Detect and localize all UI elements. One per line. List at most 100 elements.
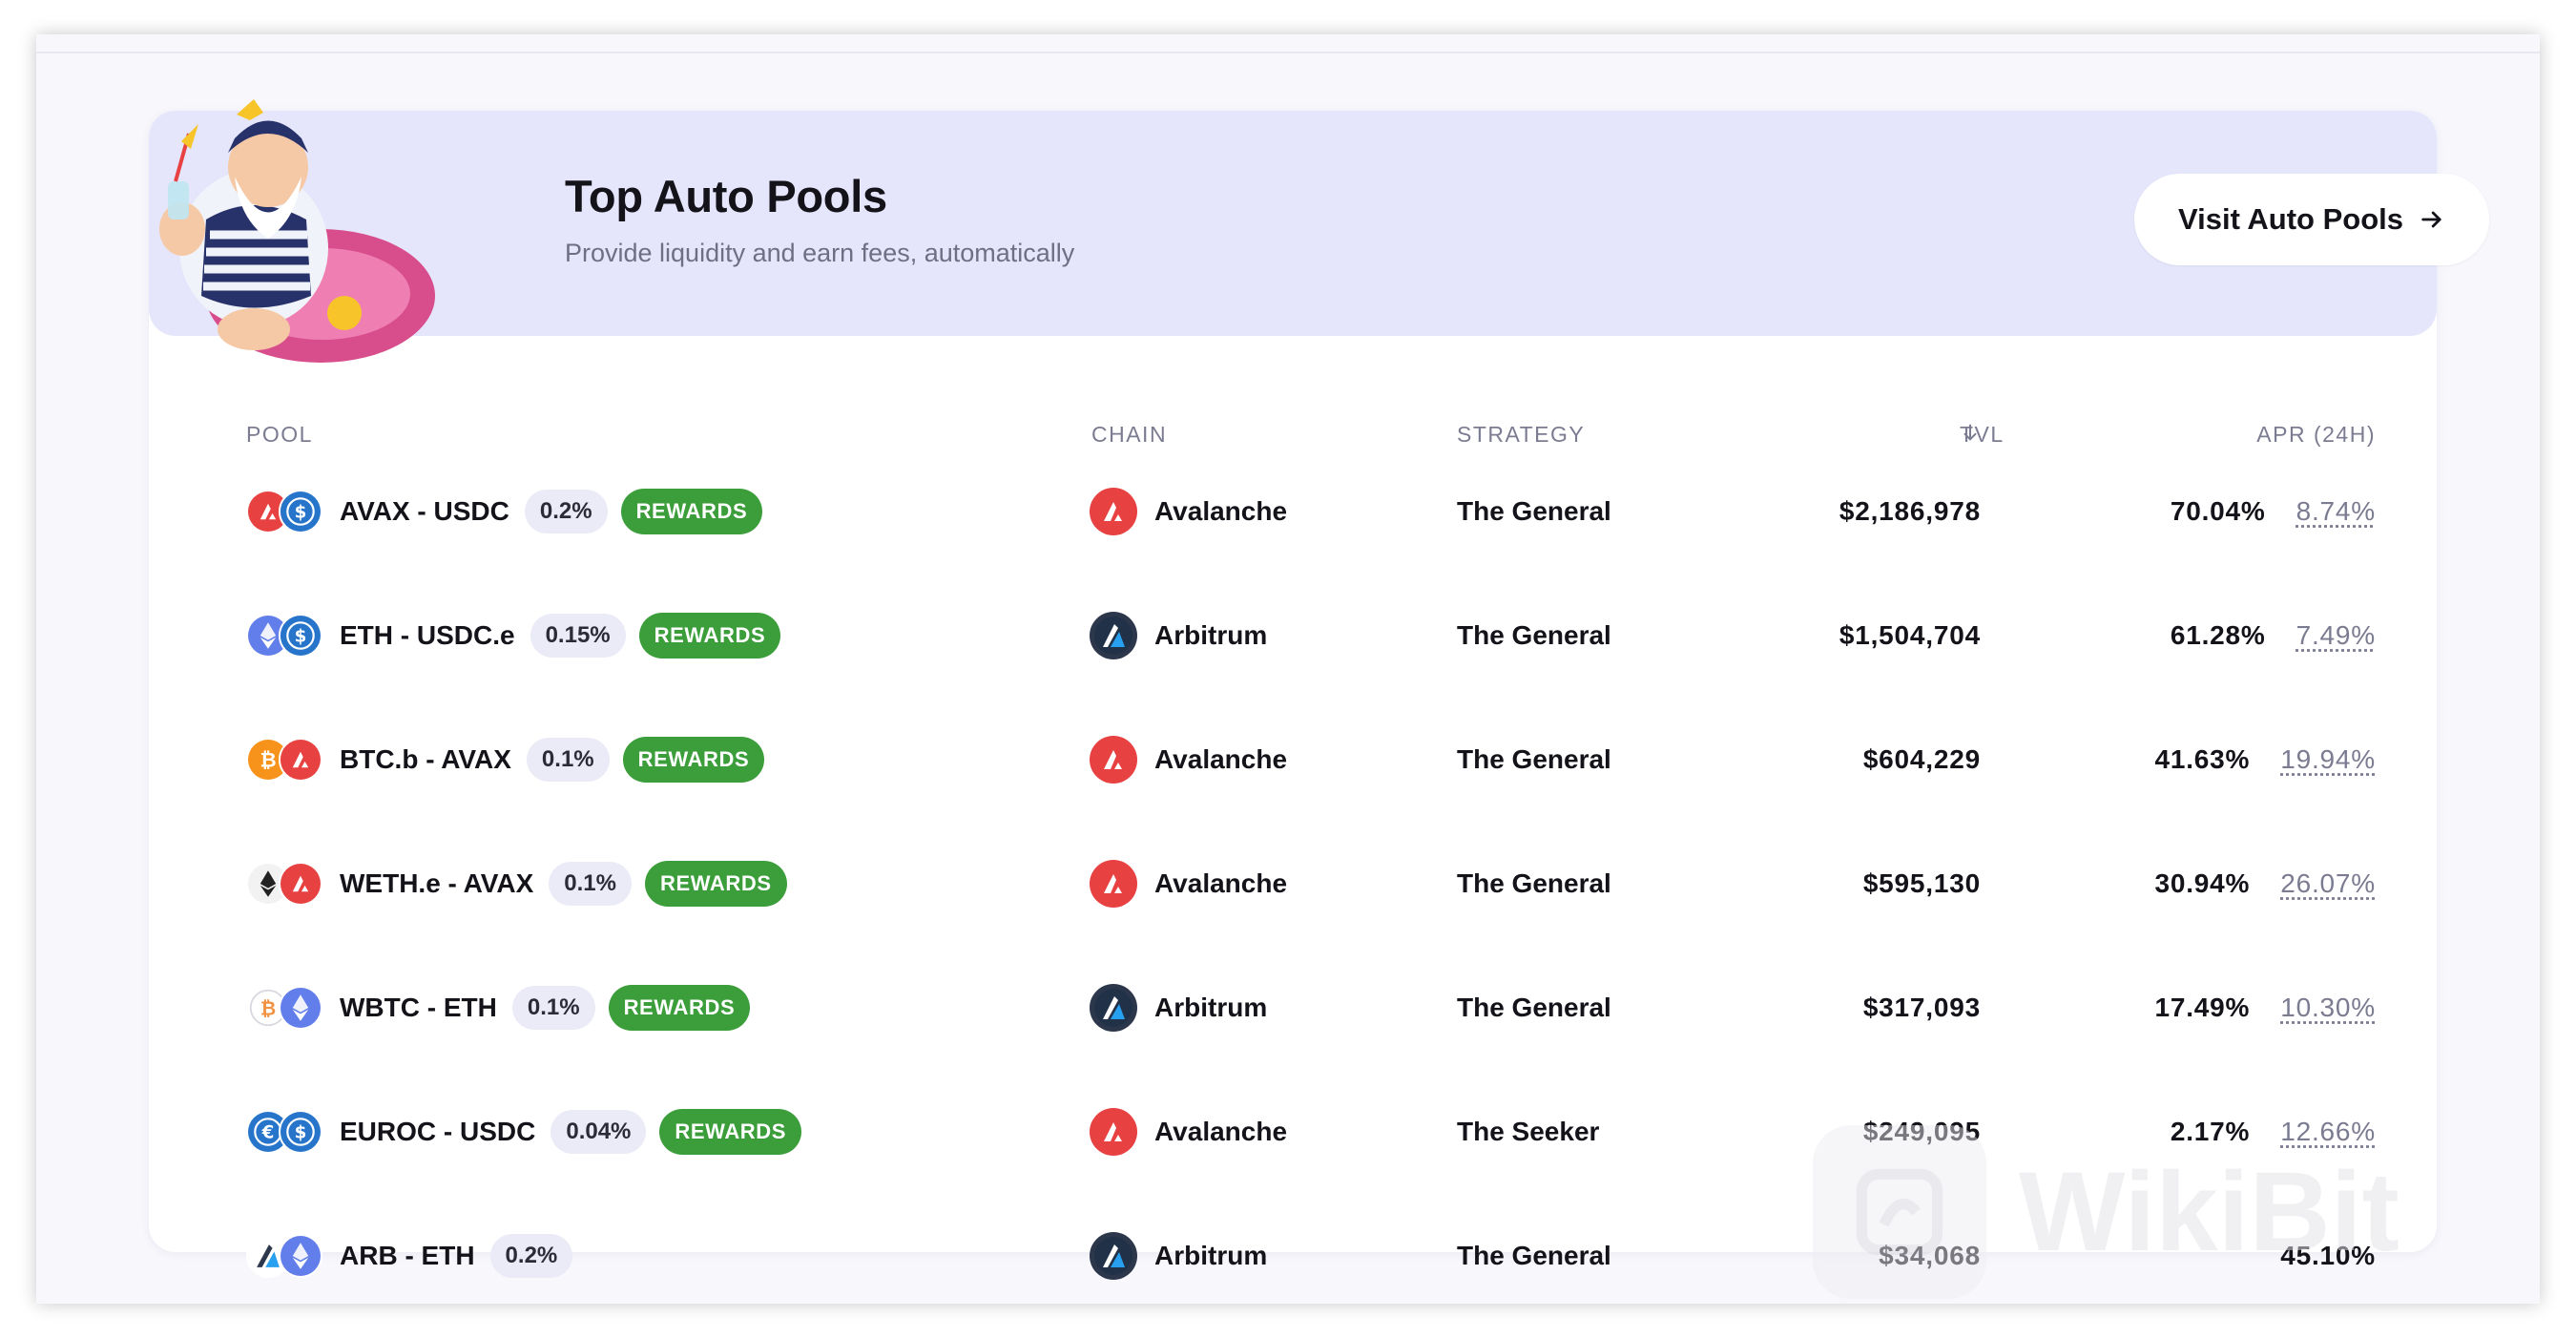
chain-cell: Arbitrum: [1090, 1202, 1267, 1309]
chain-name: Avalanche: [1154, 744, 1288, 774]
table-row[interactable]: $ ETH - USDC.e 0.15% REWARDS Arbitrum The Gen…: [149, 582, 2437, 689]
apr-value: 41.63%: [2154, 744, 2251, 774]
fee-tier-badge: 0.1%: [526, 738, 610, 782]
header-apr[interactable]: APR (24H): [2256, 422, 2376, 448]
usdc-token-icon: $: [279, 614, 322, 658]
table-row[interactable]: ₿ BTC.b - AVAX 0.1% REWARDS Avalanche The Gen…: [149, 706, 2437, 813]
svg-text:$: $: [295, 626, 307, 646]
svg-text:€: €: [261, 1122, 275, 1142]
svg-text:₿: ₿: [260, 748, 276, 771]
tvl-value: $34,068: [1879, 1241, 1981, 1270]
avalanche-icon: [1090, 736, 1137, 784]
strategy-name: The Seeker: [1457, 1117, 1600, 1146]
reward-apr-value[interactable]: 8.74%: [2296, 496, 2376, 527]
tvl-value: $249,095: [1862, 1117, 1981, 1146]
table-row[interactable]: ARB - ETH 0.2% Arbitrum The General $34,068 4…: [149, 1202, 2437, 1309]
fee-tier-badge: 0.1%: [549, 862, 632, 906]
chain-name: Arbitrum: [1154, 993, 1268, 1022]
usdc-token-icon: $: [279, 1110, 322, 1154]
pair-token-icons: $: [246, 612, 324, 659]
usdc-token-icon: $: [279, 490, 322, 533]
header-strategy[interactable]: STRATEGY: [1457, 422, 1585, 448]
apr-cell: 45.10%: [2280, 1202, 2376, 1309]
pair-token-icons: [246, 860, 324, 908]
svg-text:$: $: [295, 502, 307, 522]
apr-value: 70.04%: [2170, 496, 2266, 526]
header-pool[interactable]: POOL: [246, 422, 313, 448]
header-chain[interactable]: CHAIN: [1091, 422, 1167, 448]
avax-token-icon: [279, 862, 322, 906]
strategy-name: The General: [1457, 868, 1611, 898]
tvl-value: $595,130: [1862, 868, 1981, 898]
pool-cell: ₿ WBTC - ETH 0.1% REWARDS: [246, 954, 751, 1061]
header-tvl[interactable]: TVL: [1960, 422, 2003, 447]
avalanche-icon: [1090, 860, 1137, 908]
strategy-name: The General: [1457, 620, 1611, 650]
top-divider: [36, 52, 2540, 53]
fee-tier-badge: 0.15%: [530, 614, 626, 658]
pool-cell: WETH.e - AVAX 0.1% REWARDS: [246, 830, 787, 937]
svg-text:₿: ₿: [260, 996, 276, 1019]
fee-tier-badge: 0.2%: [524, 490, 608, 533]
apr-value: 30.94%: [2154, 868, 2251, 898]
pool-pair-name: WBTC - ETH: [340, 993, 497, 1022]
pool-pair-name: EUROC - USDC: [340, 1117, 536, 1146]
reward-apr-value[interactable]: 19.94%: [2280, 744, 2376, 775]
rewards-badge: REWARDS: [638, 613, 781, 659]
page-frame: Top Auto Pools Provide liquidity and ear…: [36, 34, 2540, 1304]
apr-value: 17.49%: [2154, 993, 2251, 1022]
table-row[interactable]: $ AVAX - USDC 0.2% REWARDS Avalanche The Gene…: [149, 458, 2437, 565]
apr-cell: 2.17% 12.66%: [2171, 1078, 2376, 1185]
eth-token-icon: [279, 986, 322, 1030]
apr-cell: 41.63% 19.94%: [2154, 706, 2376, 813]
avax-token-icon: [279, 738, 322, 782]
pools-table-header: POOL CHAIN STRATEGY TVL APR (24H): [149, 422, 2437, 460]
chain-cell: Arbitrum: [1090, 954, 1267, 1061]
arbitrum-icon: [1090, 1232, 1137, 1280]
apr-cell: 61.28% 7.49%: [2171, 582, 2376, 689]
strategy-name: The General: [1457, 496, 1611, 526]
fee-tier-badge: 0.2%: [489, 1234, 573, 1278]
arrow-right-icon: [2421, 211, 2441, 228]
pool-cell: € $ EUROC - USDC 0.04% REWARDS: [246, 1078, 802, 1185]
tvl-value: $2,186,978: [1839, 496, 1981, 526]
pair-token-icons: € $: [246, 1108, 324, 1156]
pool-pair-name: ARB - ETH: [340, 1241, 475, 1270]
chain-name: Avalanche: [1154, 1117, 1288, 1146]
reward-apr-value[interactable]: 7.49%: [2296, 620, 2376, 651]
banner-subtitle: Provide liquidity and earn fees, automat…: [565, 239, 1075, 267]
pool-cell: ARB - ETH 0.2%: [246, 1202, 586, 1309]
pair-token-icons: ₿: [246, 984, 324, 1032]
reward-apr-value[interactable]: 26.07%: [2280, 868, 2376, 899]
chain-cell: Arbitrum: [1090, 582, 1267, 689]
chain-name: Arbitrum: [1154, 1241, 1268, 1270]
strategy-name: The General: [1457, 744, 1611, 774]
visit-auto-pools-label: Visit Auto Pools: [2178, 202, 2403, 236]
table-row[interactable]: ₿ WBTC - ETH 0.1% REWARDS Arbitrum The Genera…: [149, 954, 2437, 1061]
header-tvl-label: TVL: [1960, 422, 2005, 447]
chain-name: Avalanche: [1154, 496, 1288, 526]
strategy-name: The General: [1457, 993, 1611, 1022]
reward-apr-value[interactable]: 10.30%: [2280, 993, 2376, 1023]
pair-token-icons: [246, 1232, 324, 1280]
pool-pair-name: BTC.b - AVAX: [340, 744, 511, 774]
chain-cell: Avalanche: [1090, 458, 1287, 565]
apr-cell: 17.49% 10.30%: [2154, 954, 2376, 1061]
strategy-name: The General: [1457, 1241, 1611, 1270]
chain-cell: Avalanche: [1090, 830, 1287, 937]
tvl-value: $1,504,704: [1839, 620, 1981, 650]
apr-value: 61.28%: [2170, 620, 2266, 650]
arbitrum-icon: [1090, 612, 1137, 659]
pool-pair-name: WETH.e - AVAX: [340, 868, 534, 898]
table-row[interactable]: € $ EUROC - USDC 0.04% REWARDS Avalanche The S…: [149, 1078, 2437, 1185]
tvl-value: $604,229: [1862, 744, 1981, 774]
rewards-badge: REWARDS: [622, 737, 765, 783]
apr-value: 2.17%: [2170, 1117, 2251, 1146]
fee-tier-badge: 0.04%: [551, 1110, 647, 1154]
reward-apr-value[interactable]: 12.66%: [2280, 1117, 2376, 1147]
pool-cell: $ AVAX - USDC 0.2% REWARDS: [246, 458, 763, 565]
visit-auto-pools-button[interactable]: Visit Auto Pools: [2134, 174, 2489, 265]
pool-cell: ₿ BTC.b - AVAX 0.1% REWARDS: [246, 706, 765, 813]
apr-cell: 70.04% 8.74%: [2171, 458, 2376, 565]
table-row[interactable]: WETH.e - AVAX 0.1% REWARDS Avalanche The Gen…: [149, 830, 2437, 937]
